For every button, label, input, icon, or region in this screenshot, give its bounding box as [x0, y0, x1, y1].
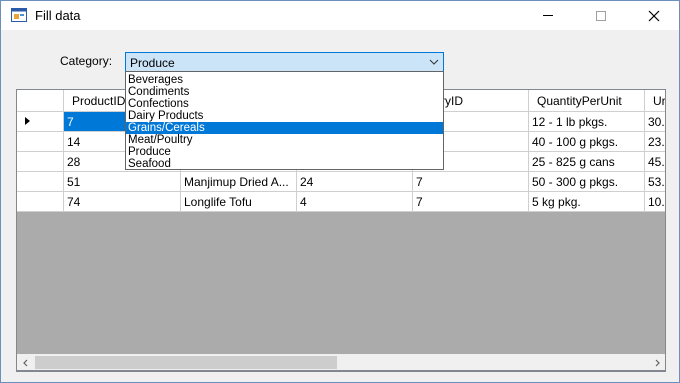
- table-row[interactable]: 51 Manjimup Dried A... 24 7 50 - 300 g p…: [17, 172, 665, 192]
- dropdown-option-confections[interactable]: Confections: [126, 98, 443, 110]
- cell-unitprice[interactable]: 30.: [645, 112, 665, 132]
- minimize-icon: [543, 15, 553, 16]
- dropdown-option-grains-cereals[interactable]: Grains/Cereals: [126, 122, 443, 134]
- cell-supplierid[interactable]: 4: [297, 192, 413, 212]
- dropdown-option-meat-poultry[interactable]: Meat/Poultry: [126, 134, 443, 146]
- category-selected-value: Produce: [130, 56, 175, 70]
- cell-productid[interactable]: 51: [64, 172, 181, 192]
- chevron-left-icon: [22, 359, 27, 366]
- row-header[interactable]: [17, 152, 64, 172]
- grid-corner-header[interactable]: [17, 90, 64, 112]
- current-row-arrow-icon: [25, 117, 30, 125]
- horizontal-scrollbar[interactable]: [16, 354, 666, 371]
- cell-supplierid[interactable]: 24: [297, 172, 413, 192]
- maximize-icon: [596, 10, 606, 21]
- main-window: Fill data Category: Produce ProductID Qu…: [0, 0, 680, 383]
- column-header-unitprice[interactable]: Ur: [645, 90, 665, 112]
- close-button[interactable]: [631, 1, 677, 30]
- dropdown-option-dairy-products[interactable]: Dairy Products: [126, 110, 443, 122]
- cell-quantityperunit[interactable]: 12 - 1 lb pkgs.: [529, 112, 645, 132]
- dropdown-option-condiments[interactable]: Condiments: [126, 86, 443, 98]
- cell-productid[interactable]: 74: [64, 192, 181, 212]
- scroll-right-button[interactable]: [648, 354, 665, 371]
- chevron-down-icon[interactable]: [429, 57, 439, 67]
- cell-unitprice[interactable]: 53.: [645, 172, 665, 192]
- cell-unitprice[interactable]: 45.: [645, 152, 665, 172]
- category-label: Category:: [60, 54, 113, 68]
- cell-categoryid[interactable]: 7: [413, 172, 529, 192]
- window-title: Fill data: [35, 8, 81, 23]
- chevron-right-icon: [655, 359, 660, 366]
- dropdown-option-seafood[interactable]: Seafood: [126, 158, 443, 170]
- cell-quantityperunit[interactable]: 25 - 825 g cans: [529, 152, 645, 172]
- table-row[interactable]: 74 Longlife Tofu 4 7 5 kg pkg. 10.: [17, 192, 665, 212]
- column-header-quantityperunit[interactable]: QuantityPerUnit: [529, 90, 645, 112]
- cell-productname[interactable]: Manjimup Dried A...: [181, 172, 297, 192]
- cell-unitprice[interactable]: 10.: [645, 192, 665, 212]
- cell-quantityperunit[interactable]: 50 - 300 g pkgs.: [529, 172, 645, 192]
- category-combobox[interactable]: Produce: [125, 52, 444, 72]
- cell-productname[interactable]: Longlife Tofu: [181, 192, 297, 212]
- maximize-button: [578, 1, 624, 30]
- dropdown-option-produce[interactable]: Produce: [126, 146, 443, 158]
- row-header[interactable]: [17, 112, 64, 132]
- title-bar[interactable]: Fill data: [1, 1, 679, 30]
- scroll-left-button[interactable]: [17, 354, 34, 371]
- dropdown-option-beverages[interactable]: Beverages: [126, 74, 443, 86]
- row-header[interactable]: [17, 192, 64, 212]
- cell-categoryid[interactable]: 7: [413, 192, 529, 212]
- row-header[interactable]: [17, 172, 64, 192]
- cell-quantityperunit[interactable]: 5 kg pkg.: [529, 192, 645, 212]
- form-icon: [11, 8, 27, 22]
- close-icon: [648, 10, 660, 21]
- scrollbar-thumb[interactable]: [35, 356, 337, 369]
- cell-unitprice[interactable]: 23.: [645, 132, 665, 152]
- category-dropdown-list[interactable]: Beverages Condiments Confections Dairy P…: [125, 71, 444, 170]
- row-header[interactable]: [17, 132, 64, 152]
- minimize-button[interactable]: [525, 1, 571, 30]
- cell-quantityperunit[interactable]: 40 - 100 g pkgs.: [529, 132, 645, 152]
